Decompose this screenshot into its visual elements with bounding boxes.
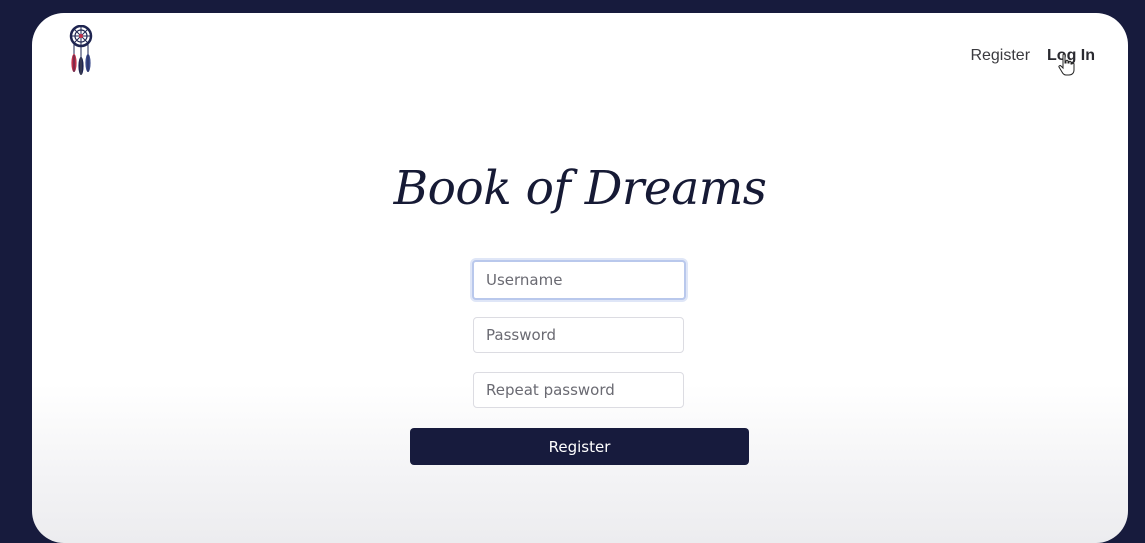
username-input[interactable] xyxy=(472,260,686,300)
password-input[interactable] xyxy=(473,317,684,353)
repeat-password-input[interactable] xyxy=(473,372,684,408)
top-nav: Register Log In xyxy=(970,47,1095,65)
nav-register-link[interactable]: Register xyxy=(970,47,1030,65)
dreamcatcher-icon[interactable] xyxy=(66,24,96,77)
page-title: Book of Dreams xyxy=(393,161,767,216)
app-window: Register Log In Book of Dreams Register xyxy=(32,13,1128,543)
register-button[interactable]: Register xyxy=(410,428,749,465)
nav-login-link[interactable]: Log In xyxy=(1047,47,1095,65)
